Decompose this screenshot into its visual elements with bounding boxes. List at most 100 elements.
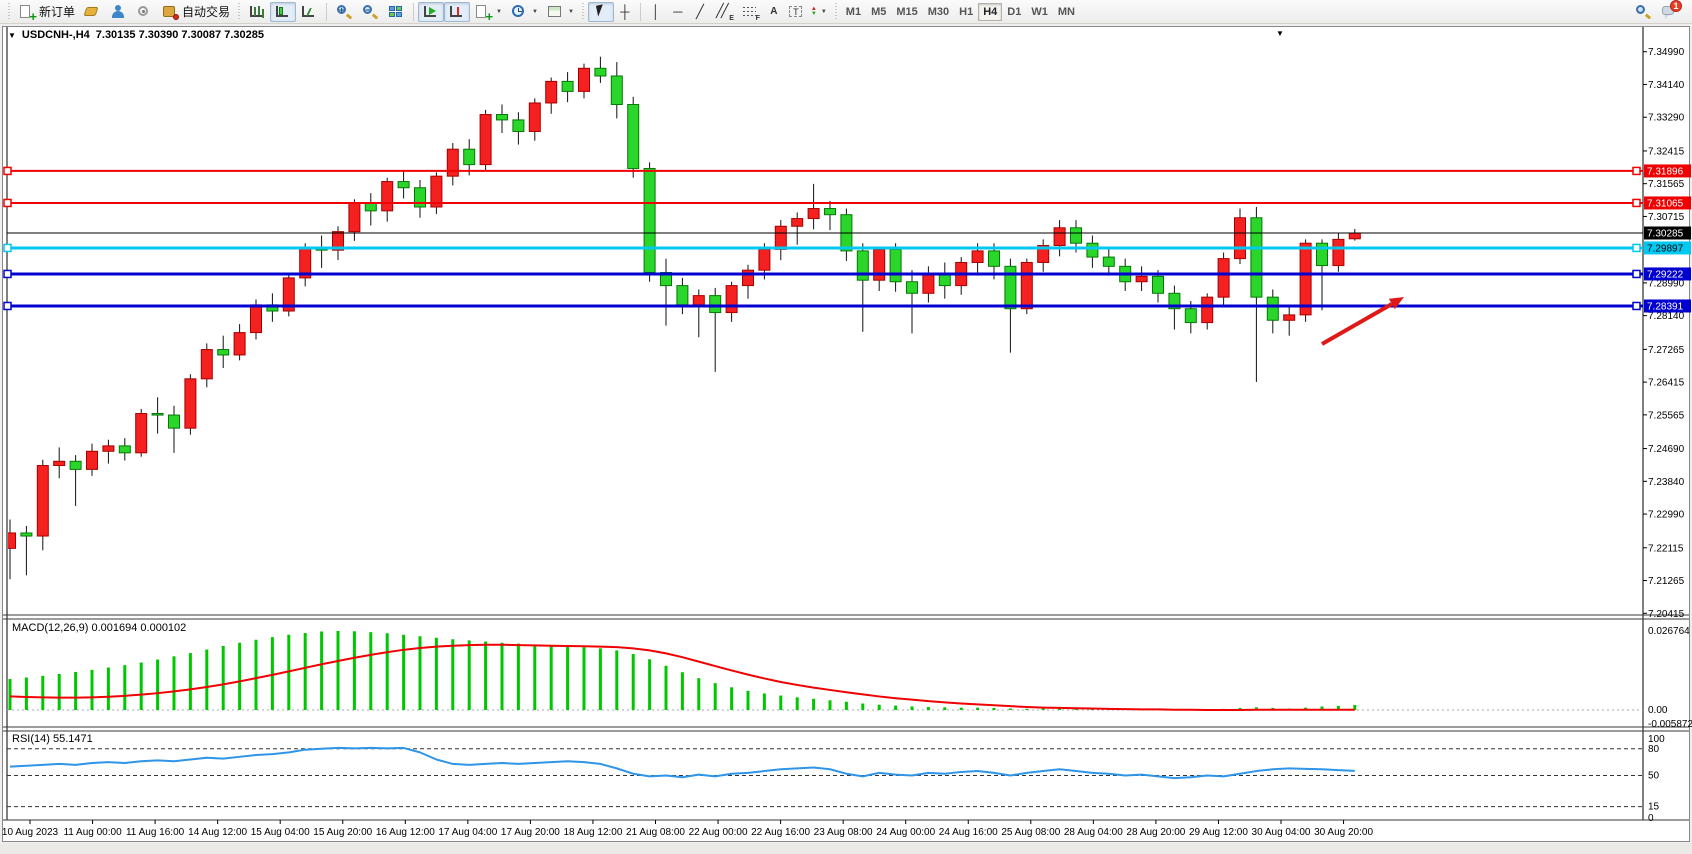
time-tick-label: 17 Aug 20:00 [501,827,560,838]
templates-button[interactable]: ▼ [542,2,578,22]
toolbar-grip[interactable] [6,3,12,21]
time-tick-label: 24 Aug 16:00 [939,827,998,838]
candle-bullish [693,296,704,305]
indicators-button[interactable]: + ▼ [470,2,506,22]
templates-icon [546,4,564,20]
timeframe-h1-button[interactable]: H1 [954,3,978,21]
line-chart-icon [300,4,318,20]
zoom-out-button[interactable]: − [357,2,383,22]
hline-handle[interactable] [4,270,11,277]
cursor-button[interactable] [588,2,614,22]
chevron-down-icon: ▼ [496,9,502,15]
candle-bearish [21,533,32,536]
signals-button[interactable] [131,2,157,22]
candle-bearish [1103,257,1114,266]
price-tick-label: 7.32415 [1648,146,1685,157]
profile-button[interactable] [105,2,131,22]
timeframe-m1-button[interactable]: M1 [841,3,866,21]
auto-scroll-icon [422,4,440,20]
zoom-in-icon: + [335,4,353,20]
hline-handle[interactable] [4,199,11,206]
time-tick-label: 14 Aug 12:00 [188,827,247,838]
ohlc-bars-button[interactable] [244,2,270,22]
candle-bearish [595,68,606,76]
zoom-in-button[interactable]: + [331,2,357,22]
timeframe-m30-button[interactable]: M30 [923,3,954,21]
candle-bullish [529,103,540,132]
notifications-button[interactable]: 1 [1656,2,1682,22]
timeframe-mn-button[interactable]: MN [1053,3,1080,21]
periods-button[interactable]: ▼ [506,2,542,22]
timeframe-w1-button[interactable]: W1 [1026,3,1053,21]
text-button[interactable]: A [763,2,785,22]
hline-handle[interactable] [4,302,11,309]
profile-icon [109,4,127,20]
timeframe-m15-button[interactable]: M15 [891,3,922,21]
search-button[interactable] [1630,2,1656,22]
symbol-dropdown-icon[interactable]: ▼ [8,31,16,40]
hline-handle[interactable] [1633,244,1640,251]
time-axis[interactable]: 10 Aug 202311 Aug 00:0011 Aug 16:0014 Au… [2,820,1374,838]
arrow-annotation[interactable] [1322,304,1392,344]
price-badge-label: 7.29222 [1647,269,1684,280]
hline-handle[interactable] [1633,302,1640,309]
horizontal-line-button[interactable]: ─ [667,2,689,22]
tile-windows-icon [387,4,405,20]
price-badge-label: 7.31896 [1647,166,1684,177]
line-chart-button[interactable] [296,2,322,22]
candle-bullish [1284,315,1295,320]
arrows-button[interactable]: ▲▼ ▼ [807,2,831,22]
candlesticks-button[interactable] [270,2,296,22]
text-label-icon: T [789,6,802,17]
autotrading-label: 自动交易 [182,3,230,20]
chart-quote-label: 7.30135 7.30390 7.30087 7.30285 [96,29,264,41]
hline-handle[interactable] [1633,199,1640,206]
price-tick-label: 7.30715 [1648,212,1685,223]
trendline-icon: ╱ [696,5,704,19]
crosshair-icon: ┼ [620,5,629,19]
price-axis[interactable]: 7.349907.341407.332907.324157.315657.307… [1643,47,1692,824]
toolbar-grip[interactable] [236,3,242,21]
new-order-button[interactable]: + 新订单 [14,2,79,22]
autotrading-button[interactable]: 自动交易 [157,2,234,22]
hline-handle[interactable] [4,244,11,251]
auto-scroll-button[interactable] [418,2,444,22]
rsi-line [10,748,1355,778]
fibonacci-button[interactable]: F [737,2,763,22]
timeframe-m5-button[interactable]: M5 [866,3,891,21]
chart-dropdown-arrow[interactable]: ▼ [1276,29,1284,38]
candle-bullish [726,286,737,313]
vertical-line-button[interactable]: │ [645,2,667,22]
time-tick-label: 11 Aug 16:00 [126,827,185,838]
candle-bearish [464,149,475,164]
price-tick-label: 7.33290 [1648,113,1685,124]
candle-bullish [54,461,65,465]
candle-bullish [808,209,819,219]
toolbar-grip[interactable] [580,3,586,21]
candle-bearish [1071,228,1082,243]
price-tick-label: 7.23840 [1648,477,1685,488]
tile-windows-button[interactable] [383,2,409,22]
candle-bullish [1349,233,1360,239]
time-tick-label: 28 Aug 20:00 [1126,827,1185,838]
text-label-button[interactable]: T [785,2,807,22]
rsi-axis-label: 80 [1648,744,1660,755]
equidistant-channel-button[interactable]: ╱ ╱ E [711,2,737,22]
price-tick-label: 7.26415 [1648,378,1685,389]
price-tick-label: 7.25565 [1648,410,1685,421]
timeframe-d1-button[interactable]: D1 [1002,3,1026,21]
market-watch-button[interactable] [79,2,105,22]
trendline-button[interactable]: ╱ [689,2,711,22]
hline-handle[interactable] [1633,167,1640,174]
chart-canvas[interactable]: 7.349907.341407.332907.324157.315657.307… [0,0,1692,854]
hline-handle[interactable] [1633,270,1640,277]
candle-bearish [710,296,721,313]
hline-handle[interactable] [4,167,11,174]
toolbar-grip[interactable] [833,3,839,21]
timeframe-h4-button[interactable]: H4 [978,3,1002,21]
chart-shift-button[interactable] [444,2,470,22]
vertical-line-icon: │ [652,5,660,19]
price-tick-label: 7.27265 [1648,345,1685,356]
chevron-down-icon: ▼ [821,9,827,15]
crosshair-button[interactable]: ┼ [614,2,636,22]
